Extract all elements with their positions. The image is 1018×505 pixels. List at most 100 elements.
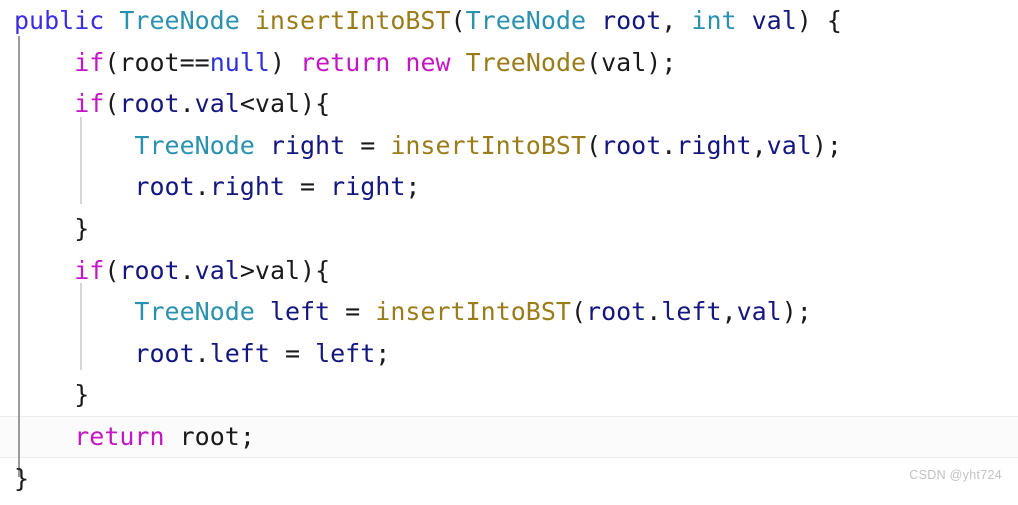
code-token: val: [194, 255, 240, 285]
code-token: =: [345, 130, 391, 160]
code-token: <: [239, 89, 255, 119]
code-token: (: [104, 255, 120, 285]
code-token: left: [269, 297, 331, 327]
code-token: ;: [239, 422, 255, 451]
code-token: .: [661, 130, 677, 160]
code-line[interactable]: if(root.val<val){: [0, 83, 1018, 125]
code-token: {: [826, 6, 842, 35]
code-token: TreeNode: [134, 297, 255, 327]
code-token: insertIntoBST: [254, 6, 451, 35]
code-token: return: [74, 422, 165, 451]
code-token: val: [254, 255, 301, 285]
code-token: (: [586, 130, 602, 160]
code-token: ;: [375, 338, 391, 368]
code-token: (: [104, 47, 120, 77]
code-token: ;: [405, 172, 421, 202]
code-token: return: [300, 47, 391, 77]
code-token: root: [601, 6, 662, 35]
code-token: right: [676, 130, 752, 160]
code-token: );: [811, 130, 842, 160]
code-token: TreeNode: [119, 6, 240, 35]
code-token: }: [14, 463, 30, 493]
code-line[interactable]: TreeNode right = insertIntoBST(root.righ…: [0, 125, 1018, 167]
code-token: left: [315, 338, 376, 368]
code-line[interactable]: root.right = right;: [0, 166, 1018, 208]
code-token: .: [179, 89, 195, 119]
code-line[interactable]: public TreeNode insertIntoBST(TreeNode r…: [0, 0, 1018, 42]
code-token: root: [119, 255, 180, 285]
code-token: if: [74, 47, 105, 77]
code-token: int: [691, 6, 737, 35]
code-token: .: [179, 255, 195, 285]
code-line[interactable]: }: [0, 374, 1018, 416]
code-token: );: [781, 297, 812, 327]
code-token: val: [254, 89, 301, 119]
code-token: left: [209, 338, 270, 368]
code-lines-container[interactable]: public TreeNode insertIntoBST(TreeNode r…: [0, 0, 1018, 505]
code-token: root: [119, 89, 180, 119]
code-token: ): [796, 6, 827, 35]
code-token: TreeNode: [134, 130, 255, 160]
code-token: (: [450, 6, 466, 35]
code-line[interactable]: }: [0, 458, 1018, 500]
code-line[interactable]: if(root==null) return new TreeNode(val);: [0, 42, 1018, 84]
code-token: ,: [751, 130, 767, 160]
code-token: if: [74, 255, 105, 285]
code-line[interactable]: }: [0, 208, 1018, 250]
code-token: TreeNode: [465, 47, 587, 77]
code-token: root: [179, 422, 240, 451]
code-token: ){: [300, 89, 331, 119]
code-line[interactable]: if(root.val>val){: [0, 250, 1018, 292]
code-token: if: [74, 89, 105, 119]
code-token: root: [119, 47, 180, 77]
code-line[interactable]: return root;: [0, 416, 1018, 458]
code-token: root: [586, 297, 647, 327]
code-token: TreeNode: [465, 6, 587, 35]
code-token: right: [209, 172, 285, 202]
code-token: ,: [661, 6, 692, 35]
code-token: val: [601, 47, 647, 77]
code-token: .: [194, 172, 210, 202]
code-token: val: [766, 130, 812, 160]
code-token: new: [405, 47, 451, 77]
code-token: }: [74, 214, 90, 243]
code-token: =: [330, 297, 376, 327]
code-token: (: [570, 297, 587, 327]
code-token: val: [736, 297, 782, 327]
code-token: .: [646, 297, 662, 327]
code-token: null: [209, 47, 270, 77]
code-token: insertIntoBST: [375, 297, 571, 327]
code-line[interactable]: root.left = left;: [0, 333, 1018, 375]
code-token: insertIntoBST: [390, 130, 586, 160]
code-token: >: [239, 255, 255, 285]
code-token: =: [284, 172, 331, 202]
code-token: root: [134, 172, 195, 202]
code-line[interactable]: TreeNode left = insertIntoBST(root.left,…: [0, 291, 1018, 333]
code-token: root: [134, 338, 195, 368]
code-token: root: [601, 130, 662, 160]
code-token: (: [104, 89, 120, 119]
code-token: right: [269, 130, 346, 160]
code-token: }: [74, 380, 90, 410]
code-token: val: [194, 89, 240, 119]
code-token: left: [661, 297, 722, 327]
code-token: );: [646, 47, 677, 77]
code-token: (: [586, 47, 602, 77]
code-editor[interactable]: public TreeNode insertIntoBST(TreeNode r…: [0, 0, 1018, 505]
